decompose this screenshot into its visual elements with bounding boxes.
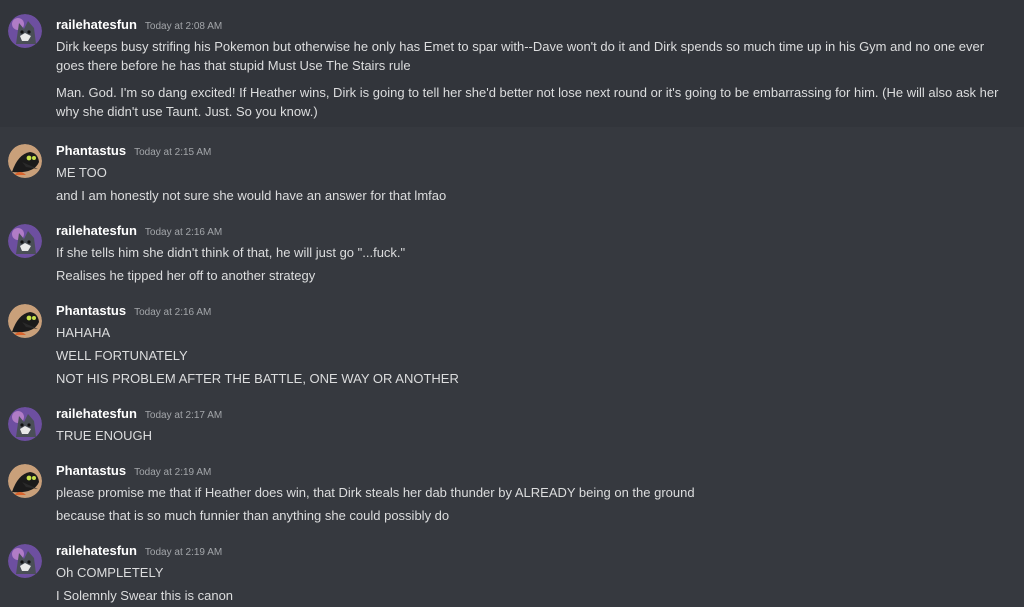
timestamp[interactable]: Today at 2:16 AM — [145, 222, 222, 244]
username[interactable]: railehatesfun — [56, 14, 137, 36]
username[interactable]: railehatesfun — [56, 220, 137, 242]
message-text: because that is so much funnier than any… — [56, 508, 450, 523]
message-header: railehatesfun Today at 2:17 AM — [56, 403, 1014, 425]
message-header: Phantastus Today at 2:15 AM — [56, 140, 1014, 162]
timestamp[interactable]: Today at 2:19 AM — [145, 542, 222, 564]
username[interactable]: Phantastus — [56, 300, 126, 322]
bird-avatar-icon[interactable] — [8, 304, 42, 338]
message-text: and I am honestly not sure she would hav… — [56, 188, 447, 203]
chat-log: railehatesfun Today at 2:08 AM Dirk keep… — [0, 10, 1024, 607]
top-strip — [0, 0, 1024, 10]
username[interactable]: Phantastus — [56, 140, 126, 162]
cat-avatar-icon[interactable] — [8, 224, 42, 258]
message-header: Phantastus Today at 2:19 AM — [56, 460, 1014, 482]
message-header: railehatesfun Today at 2:16 AM — [56, 220, 1014, 242]
cat-avatar-icon[interactable] — [8, 14, 42, 48]
message-header: railehatesfun Today at 2:19 AM — [56, 540, 1014, 562]
message-header: Phantastus Today at 2:16 AM — [56, 300, 1014, 322]
message-group: Phantastus Today at 2:19 AM please promi… — [0, 460, 1024, 527]
message-group: railehatesfun Today at 2:08 AM Dirk keep… — [0, 10, 1024, 127]
message-group: railehatesfun Today at 2:17 AM TRUE ENOU… — [0, 403, 1024, 447]
message-text: ME TOO — [56, 165, 107, 180]
timestamp[interactable]: Today at 2:17 AM — [145, 405, 222, 427]
timestamp[interactable]: Today at 2:08 AM — [145, 16, 222, 38]
message-text: please promise me that if Heather does w… — [56, 485, 695, 500]
message-text: Realises he tipped her off to another st… — [56, 268, 316, 283]
cat-avatar-icon[interactable] — [8, 544, 42, 578]
username[interactable]: Phantastus — [56, 460, 126, 482]
message-header: railehatesfun Today at 2:08 AM — [56, 14, 1014, 36]
timestamp[interactable]: Today at 2:16 AM — [134, 302, 211, 324]
message-text: TRUE ENOUGH — [56, 428, 153, 443]
username[interactable]: railehatesfun — [56, 540, 137, 562]
message-text: NOT HIS PROBLEM AFTER THE BATTLE, ONE WA… — [56, 371, 459, 386]
message-text: Dirk keeps busy strifing his Pokemon but… — [56, 39, 985, 73]
timestamp[interactable]: Today at 2:15 AM — [134, 142, 211, 164]
message-text: I Solemnly Swear this is canon — [56, 588, 234, 603]
message-group: Phantastus Today at 2:16 AM HAHAHA WELL … — [0, 300, 1024, 390]
username[interactable]: railehatesfun — [56, 403, 137, 425]
message-text: Man. God. I'm so dang excited! If Heathe… — [56, 85, 999, 119]
message-group: railehatesfun Today at 2:16 AM If she te… — [0, 220, 1024, 287]
bird-avatar-icon[interactable] — [8, 144, 42, 178]
message-group: Phantastus Today at 2:15 AM ME TOO and I… — [0, 140, 1024, 207]
message-text: Oh COMPLETELY — [56, 565, 164, 580]
message-text: If she tells him she didn't think of tha… — [56, 245, 406, 260]
message-text: WELL FORTUNATELY — [56, 348, 188, 363]
timestamp[interactable]: Today at 2:19 AM — [134, 462, 211, 484]
message-group: railehatesfun Today at 2:19 AM Oh COMPLE… — [0, 540, 1024, 607]
message-text: HAHAHA — [56, 325, 111, 340]
cat-avatar-icon[interactable] — [8, 407, 42, 441]
bird-avatar-icon[interactable] — [8, 464, 42, 498]
